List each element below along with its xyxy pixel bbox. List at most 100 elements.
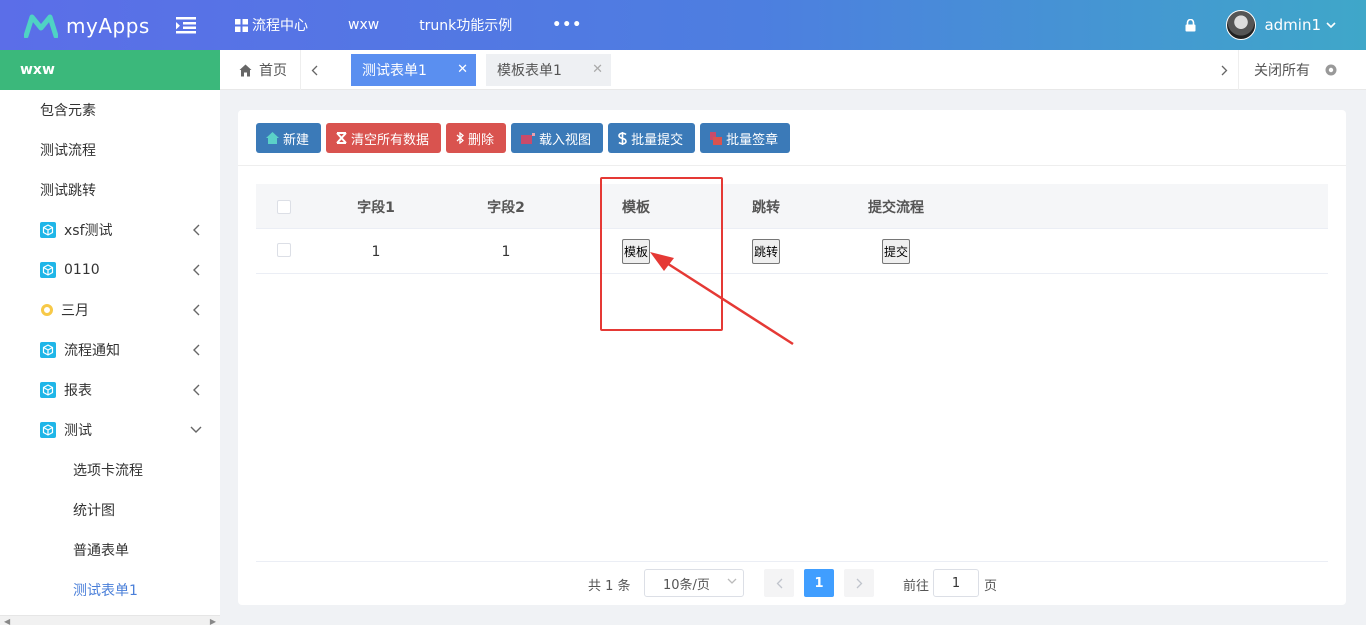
app-name: myApps (66, 14, 150, 38)
topnav-label: trunk功能示例 (419, 18, 513, 34)
app-logo[interactable]: myApps (24, 12, 150, 40)
page-size-value: 10条/页 (663, 577, 710, 593)
chevron-left-icon (776, 578, 782, 588)
checkbox[interactable] (277, 242, 291, 257)
tab-scroll-right-button[interactable] (1210, 50, 1238, 90)
tab-template-form1[interactable]: 模板表单1 ✕ (486, 54, 611, 86)
submit-button[interactable]: 提交 (881, 239, 910, 264)
divider (238, 165, 1346, 166)
circle-icon (41, 304, 53, 316)
avatar[interactable] (1226, 10, 1257, 40)
clear-all-data-button[interactable]: 清空所有数据 (326, 123, 442, 153)
select-all-checkbox[interactable] (276, 184, 292, 229)
grid-icon (235, 18, 248, 32)
lock-icon[interactable] (1185, 18, 1196, 32)
button-label: 载入视图 (539, 132, 592, 148)
tab-scroll-left-button[interactable] (300, 50, 328, 90)
sidebar-item-label: 测试跳转 (40, 183, 96, 199)
more-icon: ••• (552, 17, 583, 33)
prev-page-button[interactable] (764, 569, 794, 597)
sidebar-subitem-normal-form[interactable]: 普通表单 (0, 530, 220, 570)
sidebar-subitem-tab-flow[interactable]: 选项卡流程 (0, 450, 220, 490)
column-header[interactable]: 字段1 (316, 184, 436, 229)
sidebar-item-0110[interactable]: 0110 (0, 250, 220, 290)
sidebar-item-report[interactable]: 报表 (0, 370, 220, 410)
sidebar-item-xsf-test[interactable]: xsf测试 (0, 210, 220, 250)
delete-button[interactable]: 删除 (446, 123, 507, 153)
chevron-right-icon (1221, 65, 1227, 75)
sidebar-item-test-flow[interactable]: 测试流程 (0, 130, 220, 170)
menu-toggle-icon[interactable] (176, 16, 196, 34)
cube-icon (40, 422, 56, 438)
page-number-button[interactable]: 1 (804, 569, 834, 597)
top-nav: 流程中心 wxw trunk功能示例 ••• (235, 0, 622, 50)
sidebar-item-flow-notice[interactable]: 流程通知 (0, 330, 220, 370)
column-header[interactable]: 跳转 (706, 184, 826, 229)
sidebar-item-contains-elements[interactable]: 包含元素 (0, 90, 220, 130)
next-page-button[interactable] (844, 569, 874, 597)
chevron-left-icon (193, 224, 200, 236)
column-header[interactable]: 提交流程 (836, 184, 956, 229)
table-row[interactable]: 1 1 模板 跳转 提交 (256, 229, 1328, 274)
cell-submit: 提交 (836, 229, 956, 274)
sidebar-subitem-test-form1[interactable]: 测试表单1 (0, 570, 220, 610)
jump-button[interactable]: 跳转 (751, 239, 780, 264)
page-unit-label: 页 (984, 579, 998, 594)
chevron-down-icon[interactable] (1326, 21, 1336, 29)
cell-field2: 1 (501, 243, 511, 260)
batch-sign-button[interactable]: 批量签章 (700, 123, 791, 153)
topnav-label: 流程中心 (252, 18, 308, 34)
close-icon[interactable]: ✕ (457, 62, 468, 77)
checkbox[interactable] (277, 199, 291, 214)
chevron-left-icon (193, 304, 200, 316)
sidebar-subitem-chart[interactable]: 统计图 (0, 490, 220, 530)
topnav-trunk-examples[interactable]: trunk功能示例 (419, 0, 512, 50)
button-label: 批量签章 (726, 132, 779, 148)
topnav-wxw[interactable]: wxw (348, 0, 379, 50)
column-header[interactable]: 模板 (576, 184, 696, 229)
cube-icon (40, 262, 56, 278)
button-label: 新建 (283, 132, 310, 148)
scroll-right-icon[interactable]: ▶ (210, 617, 216, 625)
sidebar-horizontal-scrollbar[interactable]: ◀ ▶ (0, 615, 220, 625)
sidebar-item-test[interactable]: 测试 (0, 410, 220, 450)
user-name[interactable]: admin1 (1264, 16, 1321, 34)
cube-icon (40, 342, 56, 358)
page-size-select[interactable]: 10条/页 (644, 569, 744, 597)
tab-label: 模板表单1 (497, 63, 562, 79)
clear-icon (336, 132, 347, 144)
sidebar-item-label: 报表 (64, 383, 92, 399)
close-all-button[interactable]: 关闭所有 (1238, 50, 1366, 90)
scroll-left-icon[interactable]: ◀ (4, 617, 10, 625)
load-view-button[interactable]: 载入视图 (511, 123, 604, 153)
home-icon (266, 132, 279, 144)
sidebar-item-label: 三月 (61, 303, 89, 319)
new-button[interactable]: 新建 (256, 123, 322, 153)
topnav-flow-center[interactable]: 流程中心 (235, 0, 308, 50)
close-all-label: 关闭所有 (1254, 63, 1310, 79)
sidebar-item-label: 包含元素 (40, 103, 96, 119)
button-label: 清空所有数据 (351, 132, 430, 148)
sidebar-item-label: 测试表单1 (73, 583, 138, 599)
top-bar: myApps 流程中心 wxw trunk功能示例 ••• admin1 (0, 0, 1366, 50)
cube-icon (40, 382, 56, 398)
tab-home[interactable]: 首页 (220, 50, 300, 90)
batch-submit-button[interactable]: 批量提交 (608, 123, 696, 153)
topnav-more-button[interactable]: ••• (552, 0, 582, 50)
column-header[interactable]: 字段2 (446, 184, 566, 229)
tab-test-form1[interactable]: 测试表单1 ✕ (351, 54, 476, 86)
content-panel: 新建 清空所有数据 删除 载入视图 批量提交 批量签章 字段1 字段2 模板 跳… (238, 110, 1346, 605)
goto-page-input[interactable]: 1 (933, 569, 979, 597)
sidebar-item-test-jump[interactable]: 测试跳转 (0, 170, 220, 210)
chevron-right-icon (856, 578, 862, 588)
chevron-left-icon (193, 344, 200, 356)
sidebar-item-label: 统计图 (73, 503, 115, 519)
sidebar-item-march[interactable]: 三月 (0, 290, 220, 330)
sidebar-item-label: 测试流程 (40, 143, 96, 159)
bluetooth-icon (456, 132, 465, 144)
row-checkbox[interactable] (276, 227, 292, 272)
sidebar-item-label: xsf测试 (64, 223, 113, 239)
template-button[interactable]: 模板 (621, 239, 650, 264)
close-icon[interactable]: ✕ (592, 62, 603, 77)
cube-icon (40, 222, 56, 238)
